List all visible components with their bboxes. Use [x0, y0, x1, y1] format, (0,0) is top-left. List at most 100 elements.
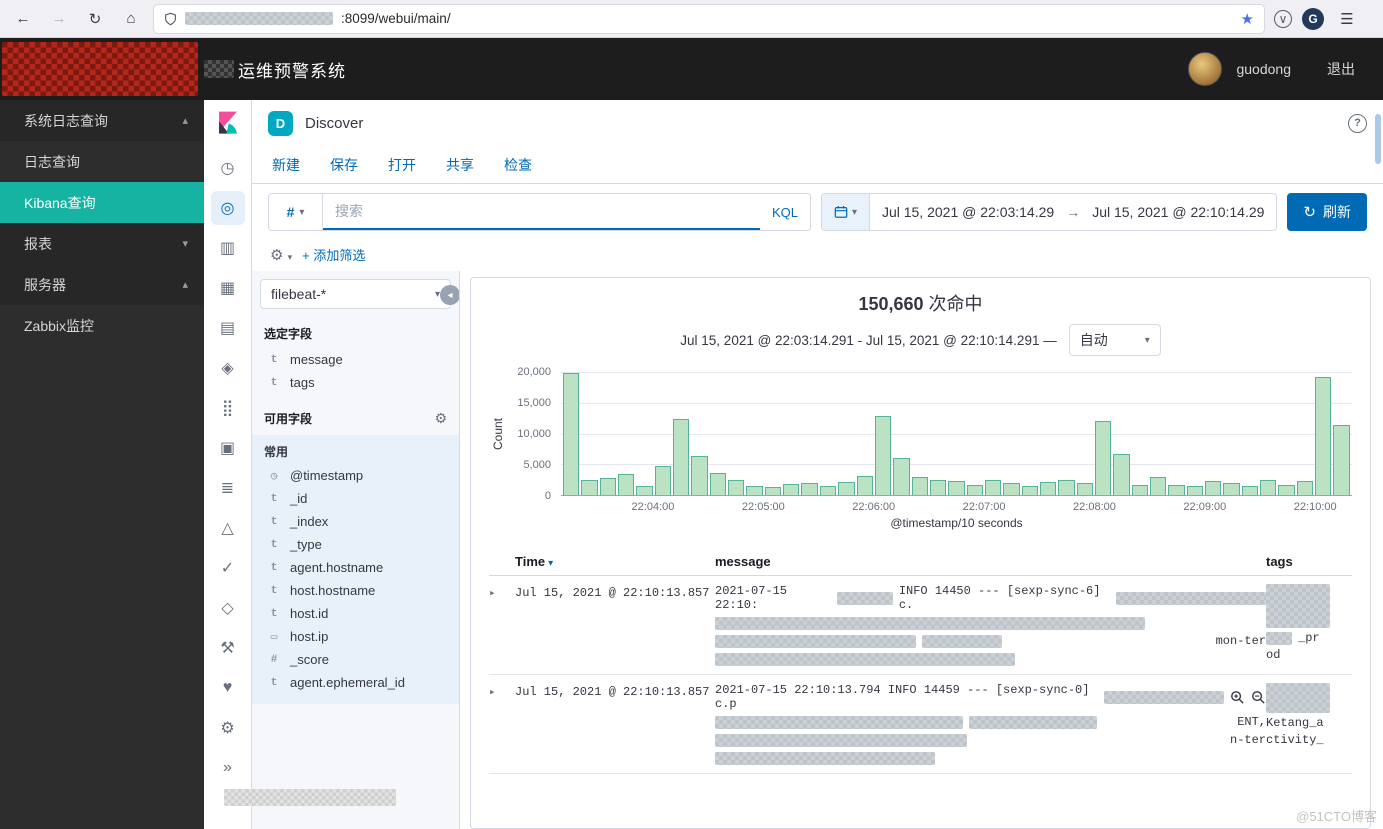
field-item-tags[interactable]: ttags: [260, 371, 451, 394]
field-item-_id[interactable]: t_id: [260, 487, 451, 510]
back-icon[interactable]: ←: [10, 6, 36, 32]
shield-icon[interactable]: [164, 12, 177, 26]
maps-icon[interactable]: ◈: [211, 351, 245, 385]
histogram-chart: Count 05,00010,00015,00020,000 22:04:002…: [489, 372, 1352, 534]
sidebar-item-系统日志查询[interactable]: 系统日志查询▴: [0, 100, 204, 141]
zoom-out-icon[interactable]: [1251, 690, 1266, 705]
histogram-bar: [1022, 486, 1038, 495]
fields-settings-gear-icon[interactable]: ⚙: [434, 410, 447, 427]
uptime-icon[interactable]: ✓: [211, 551, 245, 585]
add-filter-link[interactable]: + 添加筛选: [302, 245, 365, 264]
column-header-time[interactable]: Time▾: [515, 554, 715, 569]
sidebar-item-服务器[interactable]: 服务器▴: [0, 264, 204, 305]
sidebar-item-Kibana查询[interactable]: Kibana查询: [0, 182, 204, 223]
field-item-host.ip[interactable]: ▭host.ip: [260, 625, 451, 648]
scrollbar-thumb[interactable]: [1375, 114, 1381, 164]
date-from[interactable]: Jul 15, 2021 @ 22:03:14.29: [870, 204, 1066, 220]
histogram-bar: [765, 487, 781, 495]
kibana-frame: ◷◎▥▦▤◈⣿▣≣△✓◇⚒♥⚙» D Discover ? 新建保存打开共享检查…: [204, 100, 1383, 829]
histogram-bar: [1058, 480, 1074, 495]
field-item-_type[interactable]: t_type: [260, 533, 451, 556]
sidebar-item-报表[interactable]: 报表▾: [0, 223, 204, 264]
histogram-bar: [1333, 425, 1349, 495]
date-to[interactable]: Jul 15, 2021 @ 22:10:14.29: [1080, 204, 1276, 220]
user-avatar[interactable]: [1188, 52, 1222, 86]
discover-icon[interactable]: ◎: [211, 191, 245, 225]
collapse-fields-panel-button[interactable]: ◂: [440, 285, 460, 305]
field-item-@timestamp[interactable]: ◷@timestamp: [260, 464, 451, 487]
query-prefix-button[interactable]: #▾: [269, 194, 323, 230]
menu-link[interactable]: 共享: [446, 155, 474, 175]
field-name: host.hostname: [290, 583, 375, 598]
field-item-_score[interactable]: #_score: [260, 648, 451, 671]
histogram-bar: [1168, 485, 1184, 495]
sidebar-item-日志查询[interactable]: 日志查询: [0, 141, 204, 182]
dev-tools-icon[interactable]: ⚒: [211, 631, 245, 665]
redacted-text: [837, 592, 893, 605]
menu-link[interactable]: 新建: [272, 155, 300, 175]
histogram-bar: [1113, 454, 1129, 495]
fields-panel: filebeat-* ▾ ◂ 选定字段 tmessagettags 可用字段 ⚙…: [252, 271, 460, 829]
sidebar-item-Zabbix监控[interactable]: Zabbix监控: [0, 305, 204, 346]
date-picker-button[interactable]: ▾: [822, 194, 870, 230]
histogram-plot[interactable]: [561, 372, 1352, 496]
logs-icon[interactable]: ≣: [211, 471, 245, 505]
logout-button[interactable]: 退出: [1327, 59, 1355, 79]
management-icon[interactable]: ⚙: [211, 711, 245, 745]
menu-hamburger-icon[interactable]: ☰: [1334, 6, 1360, 32]
field-item-_index[interactable]: t_index: [260, 510, 451, 533]
histogram-bar: [801, 483, 817, 495]
histogram-bar: [1223, 483, 1239, 495]
expand-row-icon[interactable]: ▸: [489, 584, 515, 666]
metrics-icon[interactable]: ▣: [211, 431, 245, 465]
field-item-agent.ephemeral_id[interactable]: tagent.ephemeral_id: [260, 671, 451, 694]
field-item-agent.hostname[interactable]: tagent.hostname: [260, 556, 451, 579]
field-item-message[interactable]: tmessage: [260, 348, 451, 371]
stack-monitoring-icon[interactable]: ♥: [211, 671, 245, 705]
redacted-text: [969, 716, 1097, 729]
menu-link[interactable]: 保存: [330, 155, 358, 175]
url-bar[interactable]: :8099/webui/main/ ★: [154, 5, 1264, 33]
browser-profile-avatar[interactable]: G: [1302, 8, 1324, 30]
reload-icon[interactable]: ↻: [82, 6, 108, 32]
interval-select[interactable]: 自动 ▾: [1069, 324, 1161, 356]
histogram-bar: [1242, 486, 1258, 495]
kibana-logo: [215, 110, 241, 136]
help-icon[interactable]: ?: [1348, 114, 1367, 133]
home-icon[interactable]: ⌂: [118, 6, 144, 32]
field-type-date-icon: ◷: [266, 469, 282, 483]
recently-viewed-icon[interactable]: ◷: [211, 151, 245, 185]
forward-icon[interactable]: →: [46, 6, 72, 32]
siem-icon[interactable]: ◇: [211, 591, 245, 625]
field-type-t-icon: t: [266, 516, 282, 528]
menu-link[interactable]: 打开: [388, 155, 416, 175]
kql-button[interactable]: KQL: [760, 205, 810, 220]
filter-settings-gear-icon[interactable]: ⚙ ▾: [270, 246, 292, 264]
field-name: host.id: [290, 606, 328, 621]
collapse-menu-icon[interactable]: »: [211, 751, 245, 785]
dashboard-icon[interactable]: ▦: [211, 271, 245, 305]
menu-link[interactable]: 检查: [504, 155, 532, 175]
apm-icon[interactable]: △: [211, 511, 245, 545]
bookmark-star-icon[interactable]: ★: [1241, 10, 1254, 28]
y-axis-title: Count: [489, 372, 507, 496]
histogram-bar: [1040, 482, 1056, 495]
expand-row-icon[interactable]: ▸: [489, 683, 515, 765]
machine-learning-icon[interactable]: ⣿: [211, 391, 245, 425]
field-item-host.hostname[interactable]: thost.hostname: [260, 579, 451, 602]
refresh-button[interactable]: ↻ 刷新: [1287, 193, 1367, 231]
canvas-icon[interactable]: ▤: [211, 311, 245, 345]
kibana-icon-rail: ◷ ◎ ▥ ▦ ▤ ◈ ⣿ ▣ ≣ △ ✓ ◇ ⚒ ♥ ⚙ »: [204, 100, 252, 829]
search-input[interactable]: [323, 194, 760, 230]
field-type-t-icon: t: [266, 562, 282, 574]
histogram-bar: [1003, 483, 1019, 495]
histogram-bar: [783, 484, 799, 495]
chevron-up-icon: ▴: [182, 278, 188, 291]
histogram-bar: [728, 480, 744, 495]
index-pattern-select[interactable]: filebeat-* ▾: [260, 279, 451, 309]
calendar-icon: [834, 205, 848, 219]
zoom-in-icon[interactable]: [1230, 690, 1245, 705]
visualize-icon[interactable]: ▥: [211, 231, 245, 265]
field-item-host.id[interactable]: thost.id: [260, 602, 451, 625]
pocket-icon[interactable]: ∨: [1274, 10, 1292, 28]
